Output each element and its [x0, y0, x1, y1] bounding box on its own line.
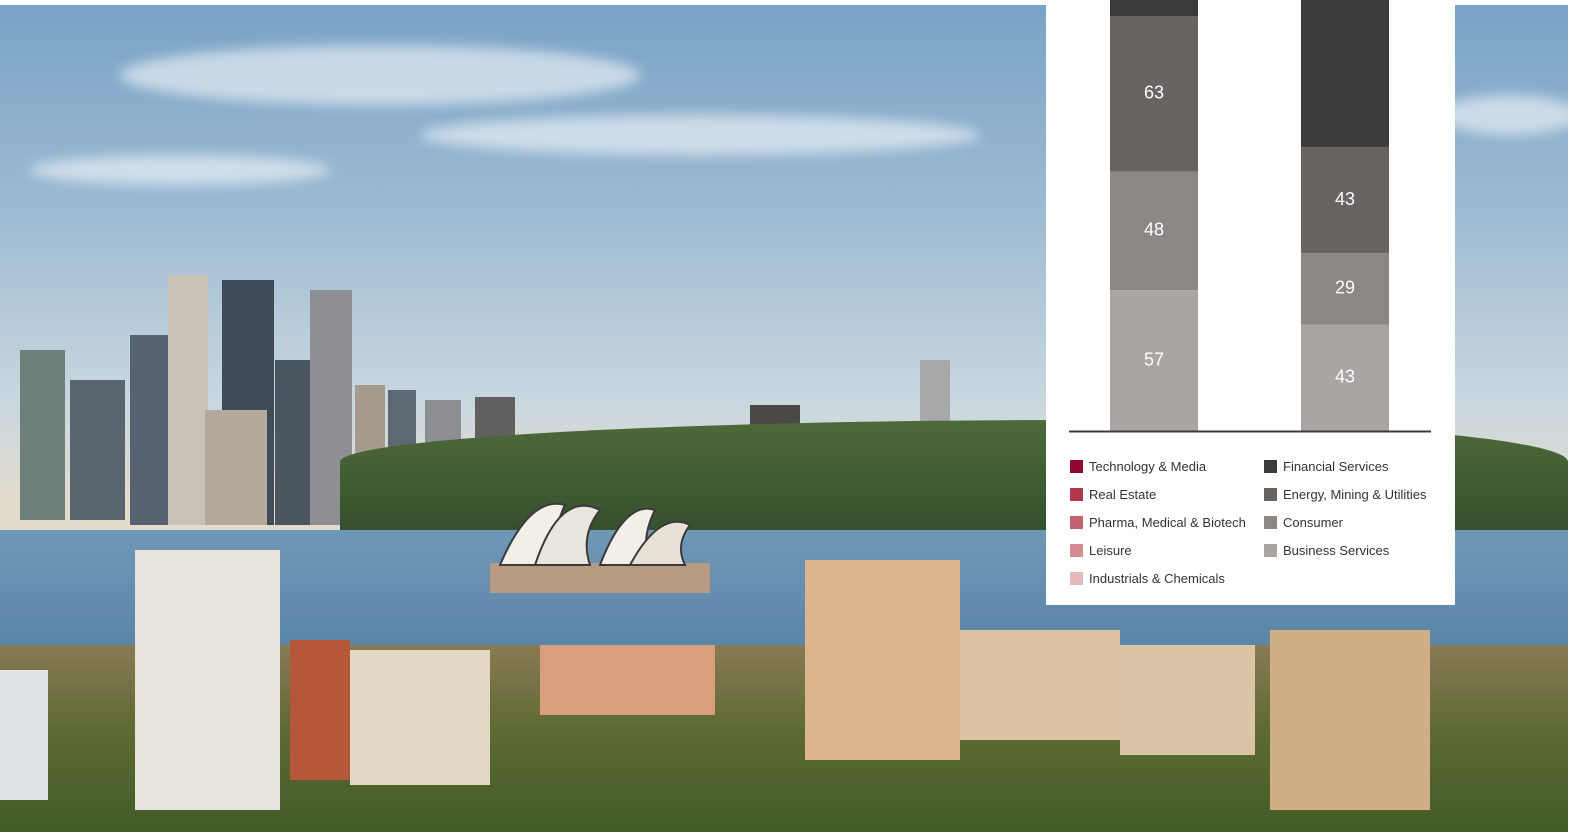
legend-label: Energy, Mining & Utilities	[1283, 486, 1427, 502]
cloud	[1440, 95, 1568, 135]
cloud	[30, 155, 330, 185]
legend-swatch	[1070, 515, 1083, 529]
building	[205, 410, 267, 525]
apartment-building	[1270, 630, 1430, 810]
legend-item: Financial Services	[1264, 452, 1427, 480]
legend-item: Leisure	[1070, 536, 1246, 564]
legend-item: Real Estate	[1070, 480, 1246, 508]
bar-segment-financial-services	[1301, 0, 1389, 147]
legend-swatch	[1070, 543, 1083, 557]
data-label: 43	[1335, 367, 1355, 387]
legend-label: Financial Services	[1283, 458, 1389, 474]
building	[168, 275, 208, 525]
apartment-building	[1120, 645, 1255, 755]
bar-segment-financial-services	[1110, 0, 1198, 17]
legend-column-right: Financial Services Energy, Mining & Utili…	[1264, 452, 1427, 564]
building	[70, 380, 125, 520]
legend-swatch	[1070, 459, 1083, 473]
data-label: 57	[1144, 349, 1164, 369]
building	[130, 335, 170, 525]
legend-swatch	[1070, 487, 1083, 501]
legend-label: Pharma, Medical & Biotech	[1089, 514, 1246, 530]
legend-swatch	[1070, 571, 1083, 585]
legend-label: Consumer	[1283, 514, 1343, 530]
legend-item: Technology & Media	[1070, 452, 1246, 480]
cloud	[420, 115, 980, 155]
data-label: 29	[1335, 278, 1355, 298]
legend-swatch	[1264, 543, 1277, 557]
data-label: 48	[1144, 220, 1164, 240]
apartment-building	[350, 650, 490, 785]
stacked-bar-chart: 57 48 63 43 29 43	[1069, 0, 1431, 433]
opera-house	[490, 502, 710, 593]
apartment-building	[540, 645, 715, 715]
legend-swatch	[1264, 459, 1277, 473]
legend-label: Leisure	[1089, 542, 1132, 558]
legend-item: Energy, Mining & Utilities	[1264, 480, 1427, 508]
data-label: 63	[1144, 83, 1164, 103]
legend-column-left: Technology & Media Real Estate Pharma, Med…	[1070, 452, 1246, 592]
legend-label: Technology & Media	[1089, 458, 1207, 474]
legend-label: Business Services	[1283, 542, 1390, 558]
data-label: 43	[1335, 189, 1355, 209]
apartment-building	[960, 630, 1120, 740]
building	[20, 350, 65, 520]
apartment-building	[805, 560, 960, 760]
legend-swatch	[1264, 515, 1277, 529]
legend-item: Business Services	[1264, 536, 1427, 564]
chart-card: 57 48 63 43 29 43 Technology & Media Real Esta…	[1046, 0, 1455, 605]
legend-item: Industrials & Chemicals	[1070, 564, 1246, 592]
building	[275, 360, 310, 525]
legend-item: Consumer	[1264, 508, 1427, 536]
legend-label: Industrials & Chemicals	[1089, 570, 1225, 586]
apartment-building	[135, 550, 280, 810]
legend-swatch	[1264, 487, 1277, 501]
apartment-building	[0, 670, 48, 800]
legend-item: Pharma, Medical & Biotech	[1070, 508, 1246, 536]
legend-label: Real Estate	[1089, 486, 1157, 502]
cloud	[120, 45, 640, 105]
apartment-building	[290, 640, 350, 780]
